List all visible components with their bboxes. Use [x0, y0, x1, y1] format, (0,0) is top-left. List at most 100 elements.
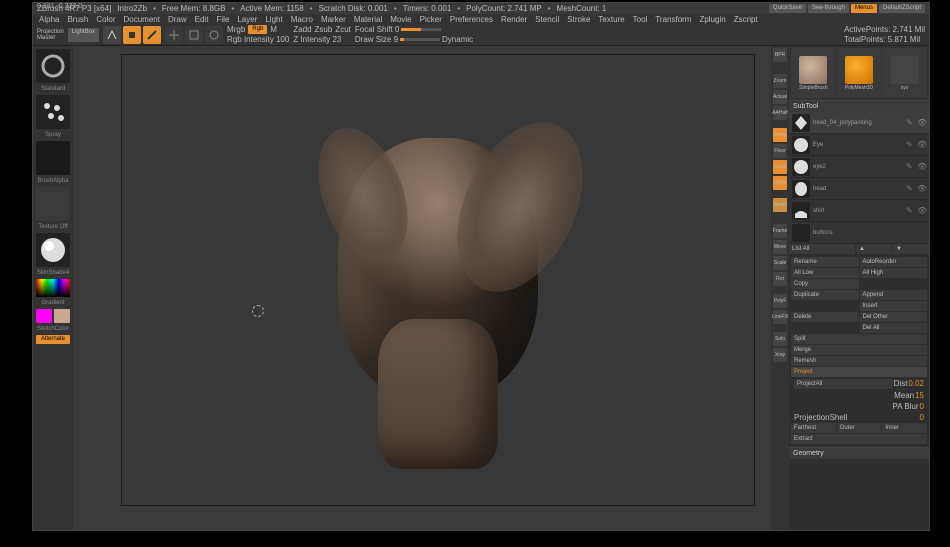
- xpose-button[interactable]: Xpose: [773, 198, 787, 212]
- rotate-button[interactable]: [205, 26, 223, 44]
- menu-stroke[interactable]: Stroke: [567, 15, 590, 24]
- brush-icon[interactable]: ✎: [906, 206, 915, 215]
- move-canvas-button[interactable]: Move: [773, 240, 787, 254]
- tool-slot-polymesh[interactable]: PolyMesh3D: [837, 48, 882, 98]
- extract-header[interactable]: Extract: [791, 434, 927, 444]
- menu-tool[interactable]: Tool: [633, 15, 648, 24]
- floor-button[interactable]: Floor: [773, 144, 787, 158]
- frame-button[interactable]: Frame: [773, 224, 787, 238]
- polyf-button[interactable]: PolyF: [773, 294, 787, 308]
- menu-picker[interactable]: Picker: [420, 15, 442, 24]
- list-all-button[interactable]: List All: [789, 244, 855, 254]
- menu-render[interactable]: Render: [501, 15, 527, 24]
- projectall-button[interactable]: ProjectAll: [794, 379, 893, 389]
- menu-document[interactable]: Document: [124, 15, 160, 24]
- alternate-button[interactable]: Alternate: [36, 335, 70, 344]
- farthest-button[interactable]: Farthest: [791, 423, 836, 433]
- color-picker[interactable]: [36, 279, 70, 297]
- menu-brush[interactable]: Brush: [67, 15, 88, 24]
- subtool-header[interactable]: SubTool: [789, 100, 929, 112]
- delete-button[interactable]: Delete: [791, 312, 859, 322]
- defaultscript-button[interactable]: DefaultZScript: [879, 4, 925, 13]
- zoom-button[interactable]: Zoom: [773, 74, 787, 88]
- menu-draw[interactable]: Draw: [168, 15, 187, 24]
- subtool-item[interactable]: buttons: [789, 222, 929, 244]
- scale-button[interactable]: [185, 26, 203, 44]
- quicksketch-button[interactable]: [103, 26, 121, 44]
- remesh-button[interactable]: Remesh: [791, 356, 927, 366]
- brush-icon[interactable]: ✎: [906, 140, 915, 149]
- menu-zscript[interactable]: Zscript: [734, 15, 758, 24]
- eye-icon[interactable]: 👁: [917, 184, 926, 193]
- copy-button[interactable]: Copy: [791, 279, 859, 289]
- menu-transform[interactable]: Transform: [655, 15, 691, 24]
- split-button[interactable]: Split: [791, 334, 927, 344]
- brush-icon[interactable]: ✎: [906, 118, 915, 127]
- menu-color[interactable]: Color: [96, 15, 115, 24]
- projection-master-button[interactable]: Projection Master: [37, 29, 64, 41]
- subtool-item[interactable]: Eye ✎👁: [789, 134, 929, 156]
- z-intensity-slider[interactable]: Z Intensity 23: [293, 35, 351, 44]
- lightbox-button[interactable]: LightBox: [68, 28, 99, 42]
- solo-button[interactable]: Solo: [773, 332, 787, 346]
- menu-material[interactable]: Material: [354, 15, 382, 24]
- duplicate-button[interactable]: Duplicate: [791, 290, 859, 300]
- scale-canvas-button[interactable]: Scale: [773, 256, 787, 270]
- bpr-button[interactable]: BPR: [773, 48, 787, 62]
- eye-icon[interactable]: 👁: [917, 140, 926, 149]
- maximize-icon[interactable]: □: [905, 0, 913, 1]
- geometry-header[interactable]: Geometry: [789, 447, 929, 459]
- subtool-item[interactable]: head ✎👁: [789, 178, 929, 200]
- autoreorder-button[interactable]: AutoReorder: [860, 257, 928, 267]
- subtool-item[interactable]: eye2 ✎👁: [789, 156, 929, 178]
- minimize-icon[interactable]: _: [891, 0, 899, 1]
- stroke-preview[interactable]: [36, 95, 70, 129]
- menus-button[interactable]: Menus: [851, 4, 877, 13]
- subtool-item[interactable]: head_04_polypainting ✎👁: [789, 112, 929, 134]
- zsub-button[interactable]: Zsub: [315, 25, 333, 34]
- viewport[interactable]: [73, 46, 771, 530]
- menu-edit[interactable]: Edit: [195, 15, 209, 24]
- alpha-preview[interactable]: [36, 141, 70, 175]
- alllow-button[interactable]: All Low: [791, 268, 859, 278]
- project-header[interactable]: Project: [791, 367, 927, 377]
- delall-button[interactable]: Del All: [860, 323, 928, 333]
- subtool-item[interactable]: shirt ✎👁: [789, 200, 929, 222]
- merge-button[interactable]: Merge: [791, 345, 927, 355]
- eye-icon[interactable]: 👁: [917, 206, 926, 215]
- draw-size-slider[interactable]: Draw Size 9: [355, 35, 398, 44]
- allhigh-button[interactable]: All High: [860, 268, 928, 278]
- arrow-down-icon[interactable]: ▼: [893, 244, 929, 254]
- move-button[interactable]: [165, 26, 183, 44]
- outer-button[interactable]: Outer: [837, 423, 882, 433]
- brush-icon[interactable]: ✎: [906, 162, 915, 171]
- actual-button[interactable]: Actual: [773, 90, 787, 104]
- material-preview[interactable]: [36, 233, 70, 267]
- seethrough-button[interactable]: See-through: [808, 4, 849, 13]
- brush-preview[interactable]: [36, 49, 70, 83]
- zcut-button[interactable]: Zcut: [335, 25, 351, 34]
- inner-button[interactable]: Inner: [882, 423, 927, 433]
- zadd-button[interactable]: Zadd: [293, 25, 311, 34]
- close-icon[interactable]: ✕: [919, 0, 927, 1]
- canvas[interactable]: [121, 54, 755, 506]
- color-swatch-secondary[interactable]: [36, 309, 52, 323]
- rotate-canvas-button[interactable]: Rot: [773, 272, 787, 286]
- menu-zplugin[interactable]: Zplugin: [699, 15, 725, 24]
- arrow-up-icon[interactable]: ▲: [856, 244, 892, 254]
- xray-button[interactable]: Xray: [773, 348, 787, 362]
- rgb-intensity-slider[interactable]: Rgb Intensity 100: [227, 35, 289, 44]
- quicksave-button[interactable]: QuickSave: [769, 4, 806, 13]
- tool-slot-current[interactable]: SimpleBrush: [791, 48, 836, 98]
- tool-slot-xyz[interactable]: xyz: [882, 48, 927, 98]
- persp-button[interactable]: Persp: [773, 128, 787, 142]
- mrgb-button[interactable]: Mrgb: [227, 25, 245, 34]
- menu-macro[interactable]: Macro: [291, 15, 313, 24]
- rgb-button[interactable]: Rgb: [248, 25, 267, 34]
- menu-alpha[interactable]: Alpha: [39, 15, 59, 24]
- linefill-button[interactable]: LineFill: [773, 310, 787, 324]
- eye-icon[interactable]: 👁: [917, 118, 926, 127]
- aahalf-button[interactable]: AAHalf: [773, 106, 787, 120]
- append-button[interactable]: Append: [860, 290, 928, 300]
- menu-marker[interactable]: Marker: [321, 15, 346, 24]
